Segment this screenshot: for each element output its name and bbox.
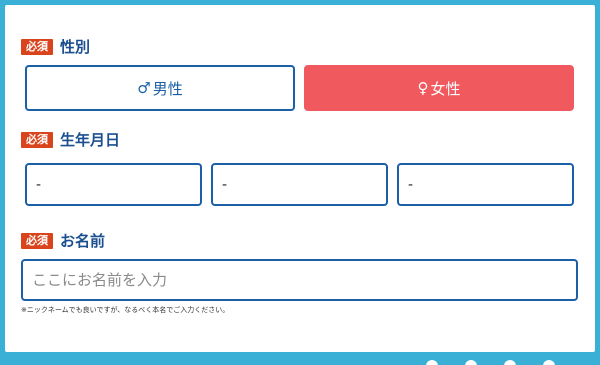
name-input[interactable] [21,259,578,301]
required-badge: 必須 [21,132,53,148]
required-badge: 必須 [21,233,53,249]
birthdate-label: 生年月日 [60,131,121,149]
name-note: ※ニックネームでも良いですが、なるべく本名でご入力ください。 [21,306,230,314]
birth-year-select[interactable]: - [25,163,202,206]
birth-day-select[interactable]: - [397,163,574,206]
gender-female-button[interactable]: ♀ 女性 [304,65,574,111]
female-symbol-icon: ♀ [417,79,429,97]
birth-month-select[interactable]: - [211,163,388,206]
pager-dot[interactable] [426,360,438,365]
gender-male-label: 男性 [152,79,183,98]
pager-dot[interactable] [465,360,477,365]
birthdate-label-row: 必須 生年月日 [21,131,120,149]
gender-label: 性別 [60,38,91,56]
name-label: お名前 [60,232,106,250]
pager-dots [426,360,555,365]
gender-female-label: 女性 [430,79,461,98]
birth-month-value: - [222,176,228,193]
birth-day-value: - [408,176,414,193]
pager-dot[interactable] [543,360,555,365]
gender-label-row: 必須 性別 [21,38,90,56]
gender-male-button[interactable]: ♂ 男性 [25,65,295,111]
required-badge: 必須 [21,39,53,55]
birth-year-value: - [36,176,42,193]
male-symbol-icon: ♂ [137,79,151,97]
name-label-row: 必須 お名前 [21,232,105,250]
pager-dot[interactable] [504,360,516,365]
